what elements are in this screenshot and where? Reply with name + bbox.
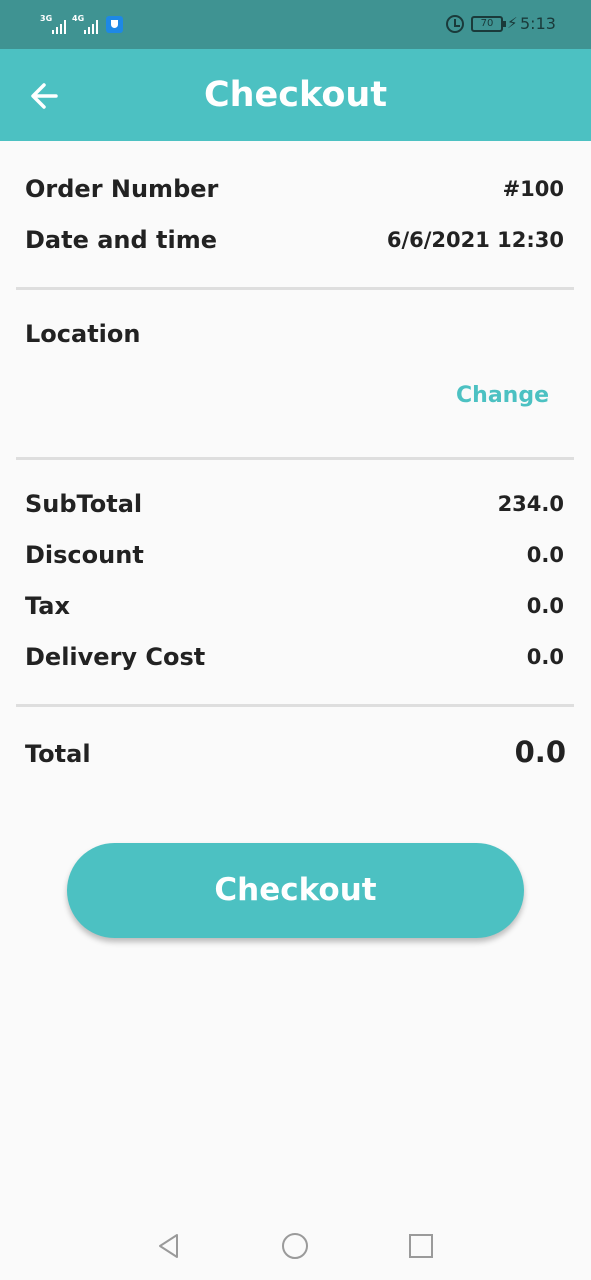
subtotal-value: 234.0 <box>497 492 564 516</box>
order-number-value: #100 <box>502 177 564 201</box>
subtotal-label: SubTotal <box>25 490 143 518</box>
status-bar: 3G 4G 70 ⚡ 5:13 <box>0 0 591 49</box>
discount-label: Discount <box>25 541 144 569</box>
date-time-label: Date and time <box>25 226 218 254</box>
app-bar: Checkout <box>0 49 591 141</box>
checkout-button[interactable]: Checkout <box>67 843 524 938</box>
tax-value: 0.0 <box>526 594 564 618</box>
network-type-1: 3G <box>40 14 53 23</box>
discount-value: 0.0 <box>526 543 564 567</box>
signal-icon-1: 3G <box>40 14 72 34</box>
battery-icon: 70 <box>471 16 506 32</box>
divider <box>16 704 574 707</box>
navigation-bar <box>0 1212 591 1280</box>
location-label: Location <box>25 320 141 348</box>
square-recents-icon[interactable] <box>407 1232 435 1260</box>
triangle-back-icon[interactable] <box>155 1232 183 1260</box>
divider <box>16 287 574 290</box>
arrow-left-icon <box>31 83 58 109</box>
alarm-icon <box>446 15 464 33</box>
order-number-label: Order Number <box>25 175 219 203</box>
signal-icon-2: 4G <box>72 14 104 34</box>
total-value: 0.0 <box>514 735 566 769</box>
delivery-cost-value: 0.0 <box>526 645 564 669</box>
circle-home-icon[interactable] <box>281 1232 309 1260</box>
total-label: Total <box>25 740 91 768</box>
page-title: Checkout <box>203 75 388 115</box>
divider <box>16 457 574 460</box>
back-button[interactable] <box>22 73 68 119</box>
delivery-cost-label: Delivery Cost <box>25 643 206 671</box>
change-location-link[interactable]: Change <box>456 383 549 408</box>
network-type-2: 4G <box>72 14 85 23</box>
status-time: 5:13 <box>520 14 556 33</box>
tax-label: Tax <box>25 592 70 620</box>
date-time-value: 6/6/2021 12:30 <box>386 228 564 252</box>
shield-icon <box>106 16 123 33</box>
charging-icon: ⚡ <box>507 14 518 32</box>
